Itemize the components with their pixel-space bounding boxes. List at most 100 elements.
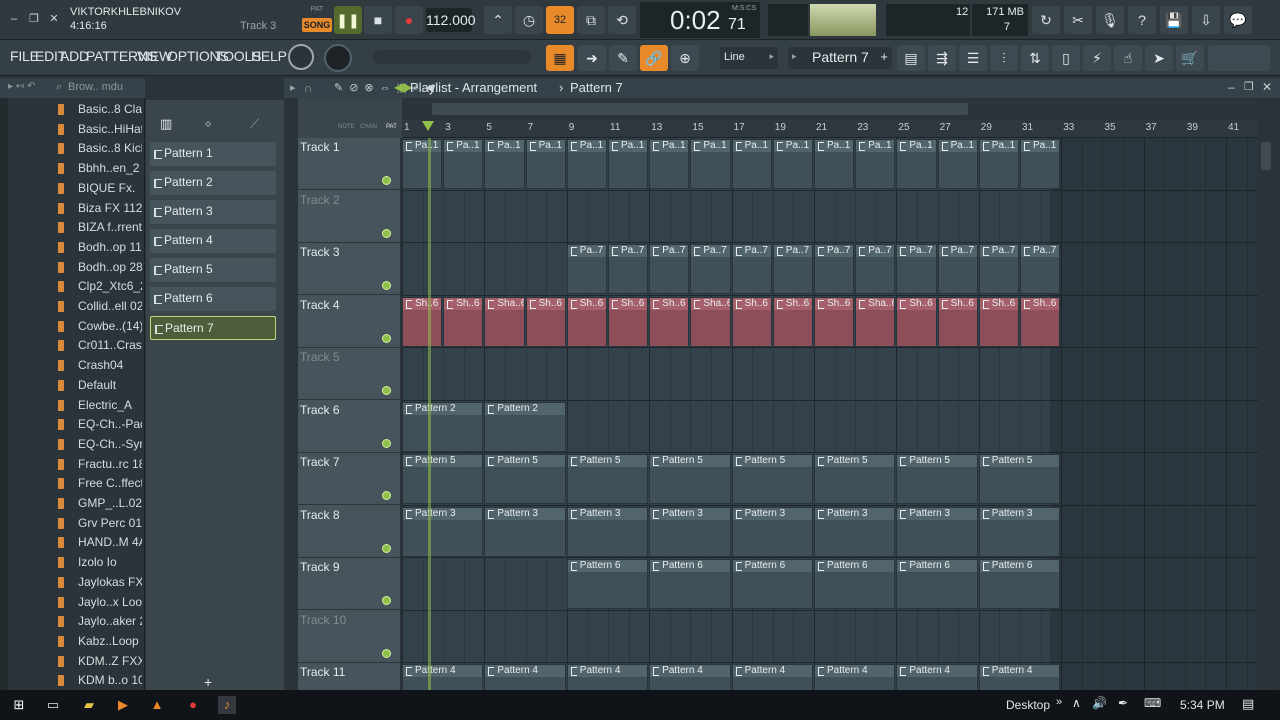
menu-add[interactable]: ADD [60, 48, 89, 64]
browser-item[interactable]: Jaylo..aker 2 [58, 613, 142, 631]
vlc-icon[interactable]: ▲ [148, 696, 166, 714]
track-mute-led[interactable] [382, 176, 391, 185]
close-icon[interactable]: ✕ [46, 11, 62, 27]
pattern-clip[interactable]: Pa..7 [896, 244, 937, 294]
pattern-clip[interactable]: Pattern 5 [978, 454, 1061, 504]
pattern-clip[interactable]: Pattern 5 [402, 454, 484, 504]
picker-mode-icon[interactable]: ▥ [160, 116, 172, 132]
track-mute-led[interactable] [382, 386, 391, 395]
playhead-marker[interactable] [422, 121, 434, 131]
browser-item[interactable]: Basic..8 Kick [58, 140, 142, 158]
pattern-clip[interactable]: Pa..7 [814, 244, 855, 294]
browser-item[interactable]: Jaylokas FX [58, 574, 142, 592]
browser-item[interactable]: Cowbe..(14) [58, 318, 142, 336]
pattern-clip[interactable]: Pa..7 [608, 244, 649, 294]
track-mute-led[interactable] [382, 281, 391, 290]
track-header[interactable]: Track 8 [298, 506, 400, 558]
arrow-icon[interactable]: ➜ [578, 45, 606, 71]
step-edit-icon[interactable]: ⧉ [577, 6, 605, 34]
touch-icon[interactable]: ☝ [1114, 45, 1142, 71]
pattern-clip[interactable]: Pattern 5 [814, 454, 896, 504]
track-header[interactable]: Track 10 [298, 611, 400, 663]
save-icon[interactable]: 💾 [1160, 6, 1188, 34]
automation-icon[interactable]: ⟋ [250, 116, 259, 132]
vertical-scrollbar[interactable] [1258, 138, 1274, 690]
search-icon[interactable]: ⌕ [56, 81, 62, 94]
plugin-picker-icon[interactable]: ⇅ [1021, 45, 1049, 71]
browser-item[interactable]: Biza FX 112 [58, 200, 142, 218]
pattern-clip[interactable]: Sha..6 [855, 296, 896, 347]
pattern-clip[interactable]: Pattern 5 [484, 454, 566, 504]
pattern-clip[interactable]: Sh..6 [649, 296, 690, 347]
pitch-slider[interactable] [372, 50, 532, 64]
pattern-clip[interactable]: Sh..6 [731, 296, 772, 347]
browser-scroll-track[interactable] [0, 98, 8, 690]
pattern-clip[interactable]: Sha..6 [690, 296, 731, 347]
pattern-clip[interactable]: Pa..1 [1020, 139, 1061, 189]
magnet-icon[interactable]: ∩ [304, 81, 313, 95]
master-volume-meter[interactable] [810, 4, 876, 36]
brush-icon[interactable]: ✎ [609, 45, 637, 71]
pattern-clip[interactable]: Pattern 4 [814, 664, 896, 690]
link-icon[interactable]: 🔗 [640, 45, 668, 71]
restore-icon[interactable]: ❐ [26, 11, 42, 27]
pattern-clip[interactable]: Sh..6 [1020, 296, 1061, 347]
piano-roll-window-icon[interactable]: ⇶ [928, 45, 956, 71]
pattern-clip[interactable]: Pa..1 [896, 139, 937, 189]
browser-item[interactable]: Basic..8 Clap [58, 101, 142, 119]
snap-select[interactable]: Line ▸ [720, 47, 778, 69]
browser-item[interactable]: Bodh..op 11 [58, 239, 142, 257]
pattern-clip[interactable]: Pattern 5 [566, 454, 649, 504]
track-mute-led[interactable] [382, 596, 391, 605]
track-mute-led[interactable] [382, 228, 391, 238]
pattern-clip[interactable]: Pa..7 [1020, 244, 1061, 294]
browser-item[interactable]: Collid..ell 02 [58, 298, 142, 316]
metronome-icon[interactable]: ⌃ [484, 6, 512, 34]
pattern-clip[interactable]: Pa..1 [402, 139, 443, 189]
pattern-clip[interactable]: Pattern 4 [978, 664, 1061, 690]
help-icon[interactable]: ? [1128, 6, 1156, 34]
stop-button[interactable]: ■ [364, 6, 392, 34]
file-icon[interactable]: ▯ [1052, 45, 1080, 71]
cart-icon[interactable]: 🛒 [1176, 45, 1204, 71]
pattern-clip[interactable]: Pa..7 [566, 244, 607, 294]
browser-item[interactable]: Bbhh..en_2 [58, 160, 142, 178]
pattern-clip[interactable]: Sh..6 [525, 296, 566, 347]
pat-mode-label[interactable]: PAT [302, 6, 332, 16]
refresh-icon[interactable]: ↻ [1032, 6, 1060, 34]
browser-item[interactable]: EQ-Ch..-Syn [58, 436, 142, 454]
pattern-clip[interactable]: Pattern 6 [566, 559, 649, 609]
pattern-clip[interactable]: Pa..1 [731, 139, 772, 189]
browser-item[interactable]: Electric_A [58, 397, 142, 415]
browser-item[interactable]: HAND..M 4A [58, 534, 142, 552]
browser-nav-icons[interactable]: ▸ ↤ ↶ [8, 81, 35, 92]
pattern-item[interactable]: Pattern 2 [150, 171, 276, 195]
media-icon[interactable]: ▶ [114, 696, 132, 714]
browser-item[interactable]: Crash04 [58, 357, 142, 375]
piano-roll-icon[interactable]: ▦ [546, 45, 574, 71]
track-mute-led[interactable] [382, 438, 391, 448]
window-maximize-icon[interactable]: ❐ [1244, 80, 1254, 93]
volume-icon[interactable]: 🔊 [1092, 696, 1107, 710]
pattern-clip[interactable]: Pattern 4 [649, 664, 731, 690]
track-mute-led[interactable] [382, 543, 391, 553]
pattern-clip[interactable]: Pattern 6 [896, 559, 978, 609]
task-view-icon[interactable]: ▭ [44, 696, 62, 714]
audio-clip-icon[interactable]: ⋄ [204, 116, 212, 132]
play-arrow-icon[interactable]: ▸ [290, 81, 296, 94]
vscroll-thumb[interactable] [1261, 142, 1271, 170]
desktop-label[interactable]: Desktop [1006, 698, 1050, 712]
pattern-clip[interactable]: Pa..1 [978, 139, 1019, 189]
pattern-clip[interactable]: Sh..6 [608, 296, 649, 347]
pattern-clip[interactable]: Pattern 3 [484, 506, 566, 557]
pattern-clip[interactable]: Pattern 4 [402, 664, 484, 690]
pattern-clip[interactable]: Sh..6 [978, 296, 1019, 347]
track-header[interactable]: Track 6 [298, 401, 400, 453]
browser-item[interactable]: Default [58, 377, 142, 395]
horizontal-scrollbar[interactable] [402, 100, 1258, 118]
pattern-clip[interactable]: Pattern 6 [649, 559, 731, 609]
tempo-display[interactable]: 112.000 [426, 8, 476, 32]
mixer-icon[interactable]: ⫶ [990, 45, 1018, 71]
add-pattern-button[interactable]: + [204, 674, 212, 690]
pattern-clip[interactable]: Pattern 5 [731, 454, 813, 504]
